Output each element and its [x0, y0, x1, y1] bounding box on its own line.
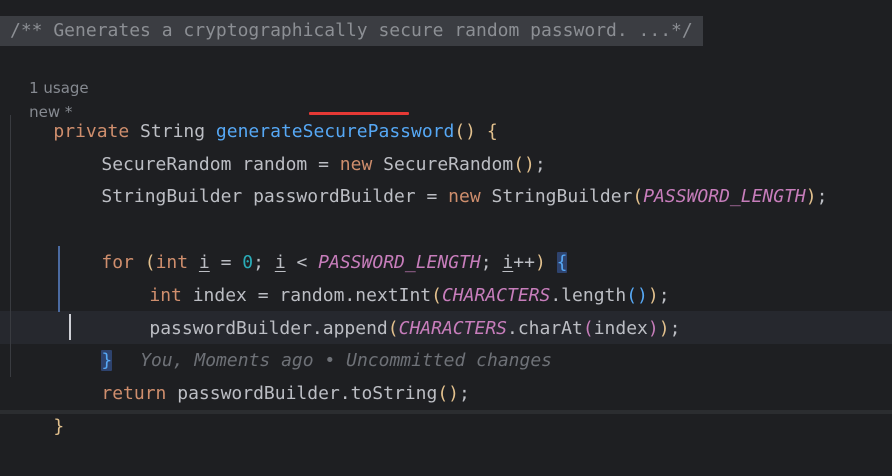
code-line-2: SecureRandom random = new SecureRandom()… [58, 115, 545, 175]
keyword-return: return [101, 383, 167, 404]
paren: ) [805, 186, 817, 207]
text-caret [69, 314, 71, 340]
code-line-5: for (int i = 0; i < PASSWORD_LENGTH; i++… [58, 213, 568, 273]
code-text: passwordBuilder.toString [166, 383, 438, 404]
code-line-3: StringBuilder passwordBuilder = new Stri… [58, 147, 827, 207]
paren: ) [647, 318, 659, 339]
code-text: StringBuilder passwordBuilder = [101, 186, 449, 207]
paren: () [437, 383, 460, 404]
paren: ( [582, 318, 594, 339]
keyword-new: new [448, 186, 481, 207]
semicolon: ; [816, 186, 828, 207]
constant-password-length[interactable]: PASSWORD_LENGTH [643, 186, 806, 207]
code-line-8: } You, Moments ago • Uncommitted changes [58, 311, 552, 371]
code-editor[interactable]: /** Generates a cryptographically secure… [0, 0, 892, 437]
code-line-10: } [10, 377, 64, 437]
code-line-9: return passwordBuilder.toString(); [58, 344, 470, 404]
folded-doc-comment[interactable]: /** Generates a cryptographically secure… [0, 16, 703, 46]
paren: ) [658, 318, 670, 339]
semicolon: ; [459, 383, 470, 404]
code-line-6: int index = random.nextInt(CHARACTERS.le… [106, 246, 669, 306]
semicolon: ; [669, 318, 681, 339]
code-text: StringBuilder [480, 186, 633, 207]
code-text: index [593, 318, 648, 339]
paren: ( [632, 186, 644, 207]
inlay-hints: 1 usage new * [10, 52, 105, 121]
close-brace: } [53, 416, 65, 437]
code-line-7: passwordBuilder.append(CHARACTERS.charAt… [106, 279, 680, 339]
code-line-1: private String generateSecurePassword() … [10, 82, 497, 142]
bottom-edge [0, 410, 892, 414]
